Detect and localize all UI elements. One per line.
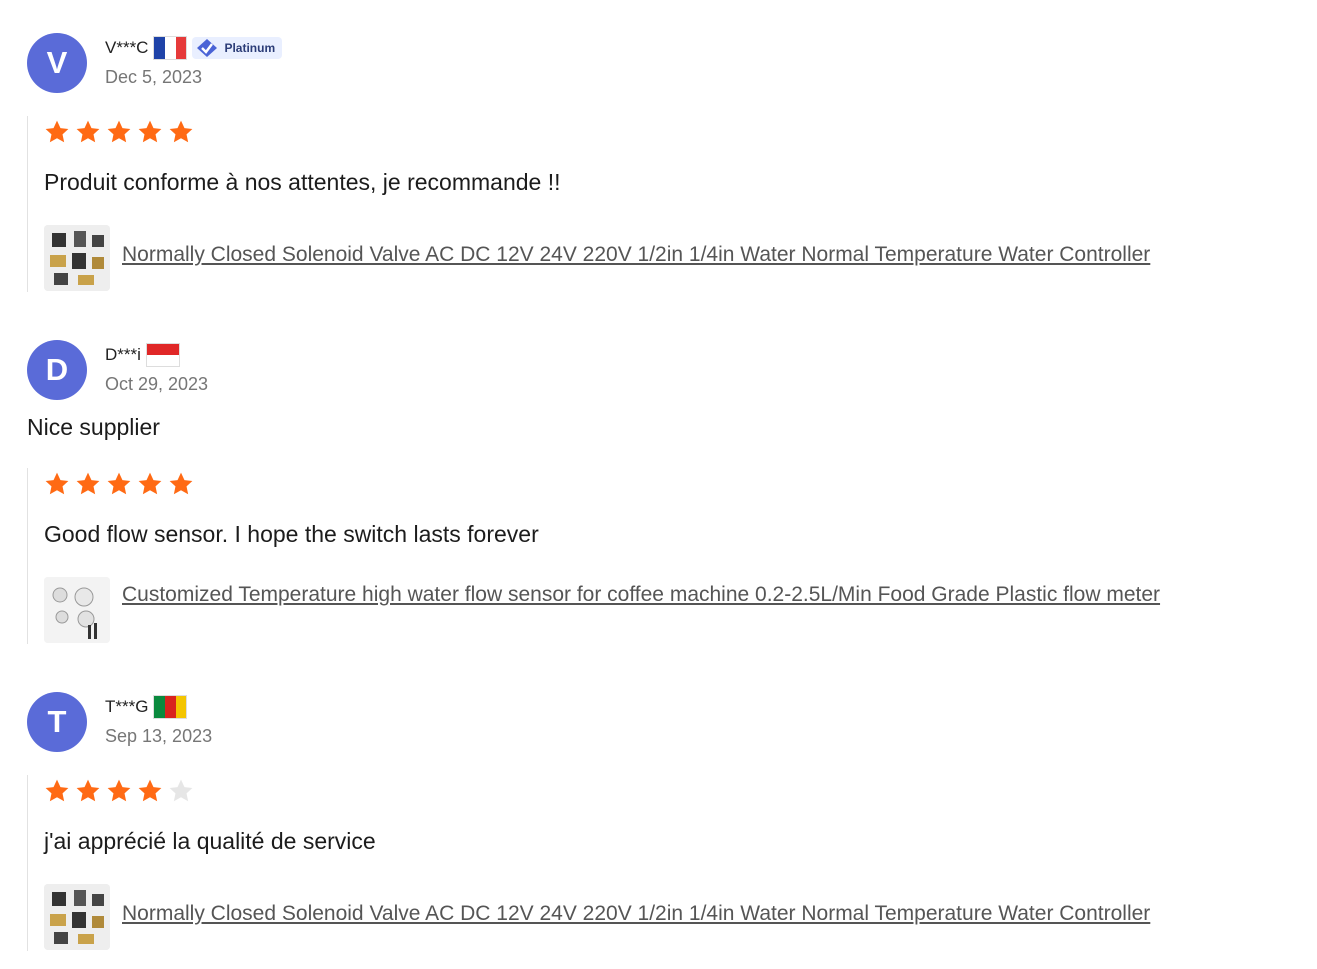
review-date: Oct 29, 2023	[105, 374, 209, 394]
reviewer-row: T***G	[105, 695, 188, 719]
star-icon	[138, 779, 162, 802]
valve-image-icon	[44, 225, 110, 291]
star-rating	[44, 119, 194, 145]
star-icon	[45, 472, 69, 495]
star-icon	[45, 120, 69, 143]
product-link-row[interactable]: Customized Temperature high water flow s…	[44, 577, 1212, 643]
star-rating	[44, 471, 194, 497]
verified-icon	[197, 39, 218, 57]
review-text: Produit conforme à nos attentes, je reco…	[44, 169, 561, 195]
review-date: Dec 5, 2023	[105, 67, 203, 87]
reviewer-name: T***G	[105, 697, 149, 716]
avatar: D	[27, 340, 87, 400]
avatar: T	[27, 692, 87, 752]
star-icon	[45, 779, 69, 802]
star-icon	[76, 120, 100, 143]
platinum-badge: Platinum	[192, 37, 283, 59]
review-body: Good flow sensor. I hope the switch last…	[27, 468, 1244, 644]
review-body: j'ai apprécié la qualité de service Norm…	[27, 775, 1244, 951]
reviewer-row: V***C Platinum	[105, 36, 283, 60]
star-icon	[169, 779, 193, 802]
flag-indonesia-icon	[145, 343, 180, 367]
product-link[interactable]: Customized Temperature high water flow s…	[122, 581, 1212, 609]
star-icon	[107, 472, 131, 495]
badge-label: Platinum	[224, 41, 276, 55]
product-link[interactable]: Normally Closed Solenoid Valve AC DC 12V…	[122, 900, 1212, 928]
product-link-row[interactable]: Normally Closed Solenoid Valve AC DC 12V…	[44, 225, 1212, 291]
product-link[interactable]: Normally Closed Solenoid Valve AC DC 12V…	[122, 241, 1212, 269]
review-date: Sep 13, 2023	[105, 726, 213, 746]
product-thumbnail[interactable]	[44, 225, 110, 291]
reviewer-name: V***C	[105, 38, 149, 57]
supplier-comment: Nice supplier	[27, 414, 160, 440]
star-icon	[169, 472, 193, 495]
review-text: Good flow sensor. I hope the switch last…	[44, 521, 539, 547]
avatar: V	[27, 33, 87, 93]
review-text: j'ai apprécié la qualité de service	[44, 828, 376, 854]
star-icon	[169, 120, 193, 143]
star-icon	[138, 472, 162, 495]
flag-france-icon	[153, 36, 188, 60]
product-thumbnail[interactable]	[44, 884, 110, 950]
product-thumbnail[interactable]	[44, 577, 110, 643]
valve-image-icon	[44, 884, 110, 950]
reviewer-name: D***i	[105, 345, 141, 364]
review-body: Produit conforme à nos attentes, je reco…	[27, 116, 1244, 292]
product-link-row[interactable]: Normally Closed Solenoid Valve AC DC 12V…	[44, 884, 1212, 950]
flag-cameroon-icon	[153, 695, 188, 719]
star-icon	[107, 120, 131, 143]
star-icon	[138, 120, 162, 143]
star-rating	[44, 778, 194, 804]
star-icon	[76, 779, 100, 802]
star-icon	[107, 779, 131, 802]
reviewer-row: D***i	[105, 343, 180, 367]
sensor-image-icon	[44, 577, 110, 643]
star-icon	[76, 472, 100, 495]
